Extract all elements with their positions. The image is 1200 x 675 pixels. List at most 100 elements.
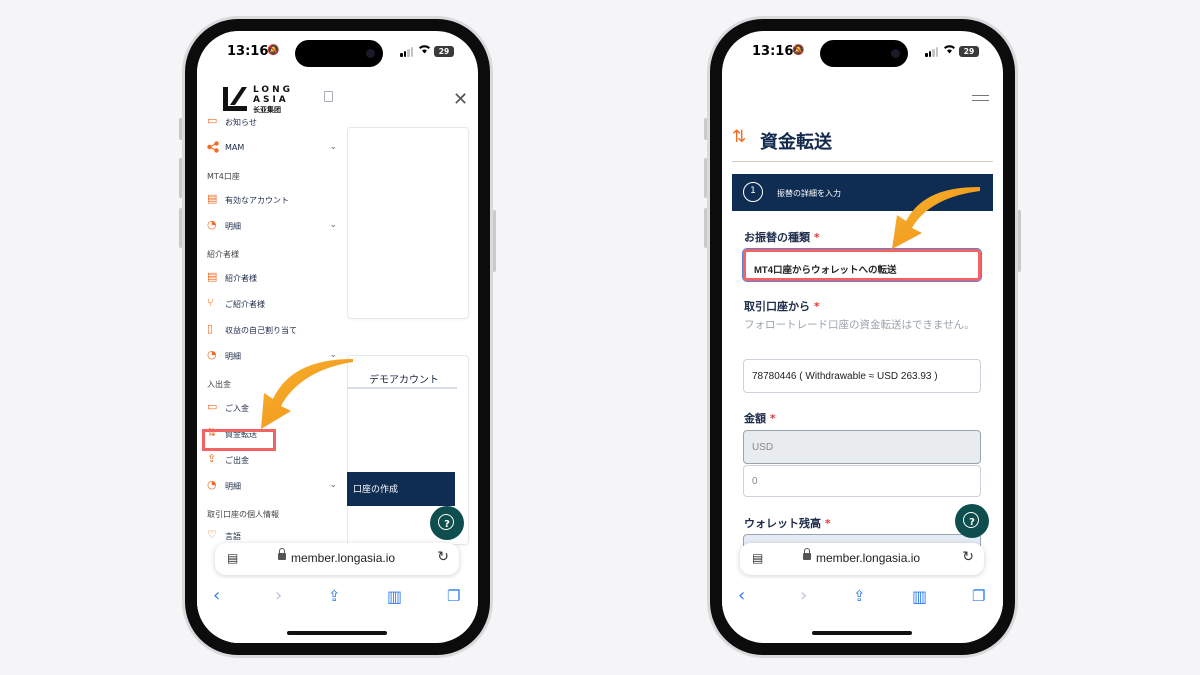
menu-item-label: 明細 xyxy=(225,482,241,491)
menu-item-referrals[interactable]: ⑂ ご紹介者様 xyxy=(207,295,337,313)
page-menu-icon[interactable]: ▤ xyxy=(227,551,238,565)
menu-item-label: 言語 xyxy=(225,532,241,541)
create-account-button[interactable]: 口座の作成 xyxy=(347,472,455,506)
reload-icon[interactable]: ↻ xyxy=(962,549,974,565)
section-personal-info: 取引口座の個人情報 xyxy=(207,510,279,519)
step-number: 1 xyxy=(743,182,763,202)
cellular-signal-icon xyxy=(925,47,939,57)
help-button[interactable]: ? xyxy=(955,504,989,538)
back-icon[interactable]: ‹ xyxy=(738,585,745,606)
home-indicator xyxy=(812,631,912,635)
document-icon: ▯ xyxy=(207,322,214,335)
menu-item-label: 明細 xyxy=(225,352,241,361)
reload-icon[interactable]: ↻ xyxy=(437,549,449,565)
battery-icon: 29 xyxy=(434,46,454,57)
bookmarks-icon[interactable]: ▥ xyxy=(387,587,402,606)
news-icon: ▭ xyxy=(207,114,218,127)
address-bar[interactable]: ▤ member.longasia.io ↻ xyxy=(740,543,984,575)
browser-toolbar: ‹ › ⇪ ▥ ❐ xyxy=(197,579,478,619)
section-funding: 入出金 xyxy=(207,380,231,389)
section-introducer: 紹介者様 xyxy=(207,250,239,259)
id-card-icon: ▤ xyxy=(207,192,218,205)
required-mark: * xyxy=(769,412,776,425)
bookmarks-icon[interactable]: ▥ xyxy=(912,587,927,606)
label-text: お振替の種類 xyxy=(744,231,810,244)
chevron-down-icon: ⌄ xyxy=(329,220,337,230)
battery-icon: 29 xyxy=(959,46,979,57)
hamburger-menu-icon[interactable] xyxy=(972,95,989,101)
label-text: ウォレット残高 xyxy=(744,517,821,530)
required-mark: * xyxy=(824,517,831,530)
menu-item-label: 有効なアカウント xyxy=(225,196,289,205)
share-icon[interactable]: ⇪ xyxy=(853,587,866,605)
page-title: 資金転送 xyxy=(760,132,832,153)
menu-item-label: お知らせ xyxy=(225,118,257,127)
pie-chart-icon: ◔ xyxy=(207,478,217,491)
logo-mark-icon xyxy=(223,87,247,111)
status-bar: 13:16 🔕 29 xyxy=(197,31,478,71)
menu-item-details-mt4[interactable]: ◔ 明細 ⌄ xyxy=(207,217,337,235)
transfer-type-label: お振替の種類 * xyxy=(744,229,820,245)
status-time: 13:16 xyxy=(752,44,794,59)
right-phone: 13:16 🔕 29 ⇅ 資金転送 1 振替の詳細を入力 お振替の種類 * MT… xyxy=(707,16,1018,658)
address-bar[interactable]: ▤ member.longasia.io ↻ xyxy=(215,543,459,575)
back-icon[interactable]: ‹ xyxy=(213,585,220,606)
page-menu-icon[interactable]: ▤ xyxy=(752,551,763,565)
tabs-icon[interactable]: ❐ xyxy=(972,587,985,605)
silent-bell-icon: 🔕 xyxy=(267,45,280,56)
id-card-icon: ▤ xyxy=(207,270,218,283)
menu-item-label: 収益の自己割り当て xyxy=(225,326,297,335)
network-icon: ⑂ xyxy=(207,296,214,309)
left-screen: 13:16 🔕 29 ✕ デモアカウント 口座の作成 ? LONG ASIA 长… xyxy=(197,31,478,643)
tabs-icon[interactable]: ❐ xyxy=(447,587,460,605)
dynamic-island xyxy=(820,40,908,67)
step-label: 振替の詳細を入力 xyxy=(777,189,841,198)
url-text: member.longasia.io xyxy=(816,551,921,565)
heart-icon: ♡ xyxy=(207,528,217,541)
longasia-logo[interactable]: LONG ASIA 长亚集团 xyxy=(223,85,293,115)
amount-currency-field: USD xyxy=(743,430,981,464)
menu-item-withdrawal[interactable]: ⇪ ご出金 xyxy=(207,451,337,469)
create-account-label: 口座の作成 xyxy=(353,485,399,495)
menu-item-label: 紹介者様 xyxy=(225,274,257,283)
menu-item-active-accounts[interactable]: ▤ 有効なアカウント xyxy=(207,191,337,209)
url-text: member.longasia.io xyxy=(291,551,396,565)
menu-item-label: ご出金 xyxy=(225,456,249,465)
help-button[interactable]: ? xyxy=(430,506,464,540)
close-icon[interactable]: ✕ xyxy=(453,89,468,110)
menu-item-introducer[interactable]: ▤ 紹介者様 xyxy=(207,269,337,287)
amount-label: 金額 * xyxy=(744,410,776,426)
from-account-label: 取引口座から * xyxy=(744,298,820,314)
upload-icon: ⇪ xyxy=(207,452,217,465)
tab-demo-account[interactable]: デモアカウント xyxy=(369,371,439,386)
menu-item-label: MAM xyxy=(225,143,245,152)
section-mt4: MT4口座 xyxy=(207,172,240,181)
menu-item-news[interactable]: ▭ お知らせ xyxy=(207,113,337,131)
silent-bell-icon: 🔕 xyxy=(792,45,805,56)
menu-item-details-funding[interactable]: ◔ 明細 ⌄ xyxy=(207,477,337,495)
transfer-type-select[interactable]: MT4口座からウォレットへの転送 xyxy=(742,248,982,282)
wifi-icon xyxy=(943,44,956,57)
menu-item-label: ご紹介者様 xyxy=(225,300,265,309)
menu-item-mam[interactable]: MAM ⌄ xyxy=(207,139,337,157)
status-bar: 13:16 🔕 29 xyxy=(722,31,1003,71)
background-card xyxy=(347,127,469,319)
forward-icon[interactable]: › xyxy=(800,585,807,606)
lock-icon xyxy=(803,548,811,560)
annotation-arrow-icon xyxy=(892,187,980,249)
amount-value: 0 xyxy=(752,476,758,487)
question-icon: ? xyxy=(444,519,450,530)
from-account-note: フォロートレード口座の資金転送はできません。 xyxy=(744,319,975,331)
amount-input[interactable]: 0 xyxy=(743,465,981,497)
left-phone: 13:16 🔕 29 ✕ デモアカウント 口座の作成 ? LONG ASIA 长… xyxy=(182,16,493,658)
browser-toolbar: ‹ › ⇪ ▥ ❐ xyxy=(722,579,1003,619)
transfer-type-value: MT4口座からウォレットへの転送 xyxy=(754,265,897,276)
forward-icon[interactable]: › xyxy=(275,585,282,606)
credit-card-icon: ▭ xyxy=(207,400,218,413)
menu-item-self-allocation[interactable]: ▯ 収益の自己割り当て xyxy=(207,321,337,339)
from-account-select[interactable]: 78780446 ( Withdrawable ≈ USD 263.93 ) xyxy=(743,359,981,393)
chevron-down-icon: ⌄ xyxy=(329,480,337,490)
share-icon[interactable]: ⇪ xyxy=(328,587,341,605)
amount-currency: USD xyxy=(752,442,774,453)
question-icon: ? xyxy=(969,517,975,528)
